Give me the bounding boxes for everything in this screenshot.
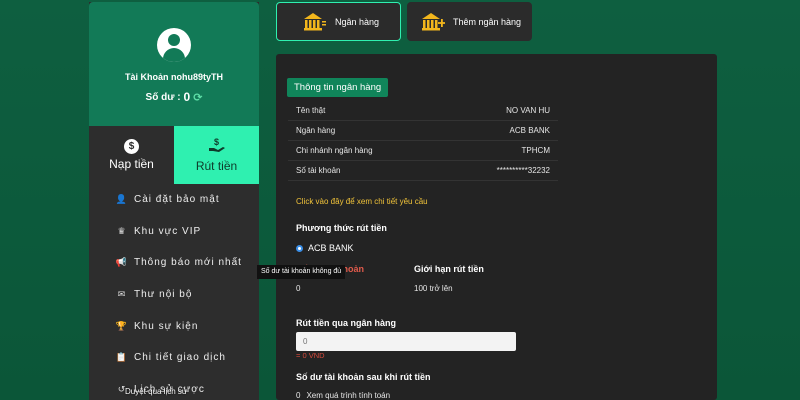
menu-item-label: Khu sự kiện: [134, 320, 199, 332]
menu-item-inbox[interactable]: ✉ Thư nội bộ: [89, 279, 259, 311]
balance-label: Số dư :: [145, 91, 181, 103]
tab-deposit-label: Nạp tiền: [109, 157, 154, 171]
clipboard-icon: 📋: [115, 352, 129, 363]
row-value: ACB BANK: [509, 126, 550, 135]
bank-button-label: Ngân hàng: [335, 16, 380, 27]
account-name: Tài Khoản nohu89tyTH: [124, 72, 223, 82]
tab-deposit[interactable]: $ Nạp tiền: [89, 126, 174, 184]
sidebar: Tài Khoản nohu89tyTH Số dư : 0 ⟳ $ Nạp t…: [89, 2, 259, 400]
menu-item-label: Thư nội bộ: [134, 289, 193, 301]
bank-info-title: Thông tin ngân hàng: [287, 78, 389, 97]
add-bank-button[interactable]: Thêm ngân hàng: [407, 2, 532, 41]
table-row: Tên thật NO VAN HU: [288, 101, 558, 121]
account-menu: 👤 Cài đặt bảo mật ♛ Khu vực VIP 📢 Thông báo…: [89, 184, 259, 400]
menu-item-transactions[interactable]: 📋 Chi tiết giao dịch: [89, 342, 259, 374]
row-label: Số tài khoản: [296, 166, 341, 175]
wallet-tabs: $ Nạp tiền $ Rút tiền: [89, 126, 259, 184]
view-calculation-link[interactable]: Xem quá trình tính toán: [306, 391, 390, 400]
table-row: Số tài khoản **********32232: [288, 161, 558, 181]
tab-withdraw-label: Rút tiền: [195, 159, 238, 173]
table-row: Ngân hàng ACB BANK: [288, 121, 558, 141]
method-option[interactable]: ACB BANK: [296, 243, 354, 253]
user-gear-icon: 👤: [115, 194, 129, 205]
balance-after-heading: Số dư tài khoản sau khi rút tiền: [296, 372, 431, 382]
refresh-icon[interactable]: ⟳: [193, 91, 202, 104]
browse-history-tooltip: Duyệt qua lịch sử: [125, 387, 188, 396]
balance-value: 0: [183, 90, 191, 104]
withdraw-method-heading: Phương thức rút tiền: [296, 223, 387, 233]
megaphone-icon: 📢: [115, 257, 129, 268]
insufficient-balance-tooltip: Số dư tài khoản không đủ: [257, 265, 346, 279]
crown-icon: ♛: [117, 225, 127, 236]
profile-card: Tài Khoản nohu89tyTH Số dư : 0 ⟳: [89, 2, 259, 126]
balance-after-row: 0 Xem quá trình tính toán: [296, 391, 390, 400]
withdraw-panel: Thông tin ngân hàng Tên thật NO VAN HU N…: [276, 54, 717, 400]
withdraw-limit-heading: Giới hạn rút tiền: [414, 264, 484, 274]
bank-icon: [304, 12, 326, 30]
balance-row: Số dư : 0 ⟳: [146, 90, 203, 104]
tab-withdraw[interactable]: $ Rút tiền: [174, 126, 259, 184]
row-value: NO VAN HU: [506, 106, 550, 115]
account-balance-value: 0: [296, 284, 301, 293]
menu-item-events[interactable]: 🏆 Khu sự kiện: [89, 310, 259, 342]
row-label: Ngân hàng: [296, 126, 336, 135]
menu-item-label: Thông báo mới nhất: [134, 257, 242, 269]
row-label: Chi nhánh ngân hàng: [296, 146, 373, 155]
add-bank-button-label: Thêm ngân hàng: [453, 16, 522, 27]
menu-item-label: Chi tiết giao dịch: [134, 352, 226, 364]
bank-withdraw-heading: Rút tiền qua ngân hàng: [296, 318, 396, 328]
withdraw-limit-value: 100 trở lên: [414, 284, 453, 293]
bank-button[interactable]: Ngân hàng: [276, 2, 401, 41]
user-avatar-icon: [157, 28, 191, 62]
amount-vnd-text: = 0 VND: [296, 351, 325, 360]
row-label: Tên thật: [296, 106, 326, 115]
method-option-label: ACB BANK: [308, 243, 354, 253]
row-value: TPHCM: [521, 146, 550, 155]
menu-item-label: Cài đặt bảo mật: [134, 194, 220, 206]
menu-item-announcements[interactable]: 📢 Thông báo mới nhất: [89, 247, 259, 279]
dollar-coin-icon: $: [124, 139, 139, 154]
svg-text:$: $: [214, 137, 219, 147]
menu-item-label: Khu vực VIP: [134, 225, 202, 237]
radio-selected-icon[interactable]: [296, 244, 303, 252]
table-row: Chi nhánh ngân hàng TPHCM: [288, 141, 558, 161]
add-bank-icon: [422, 12, 445, 30]
envelope-icon: ✉: [117, 289, 127, 300]
menu-item-security[interactable]: 👤 Cài đặt bảo mật: [89, 184, 259, 216]
withdraw-amount-input[interactable]: [296, 332, 516, 351]
balance-after-value: 0: [296, 391, 301, 400]
trophy-icon: 🏆: [115, 320, 129, 331]
hand-money-icon: $: [208, 137, 226, 156]
detail-request-link[interactable]: Click vào đây để xem chi tiết yêu cầu: [296, 197, 428, 206]
row-value: **********32232: [496, 166, 550, 175]
menu-item-vip[interactable]: ♛ Khu vực VIP: [89, 216, 259, 248]
bank-info-table: Tên thật NO VAN HU Ngân hàng ACB BANK Ch…: [288, 101, 558, 181]
